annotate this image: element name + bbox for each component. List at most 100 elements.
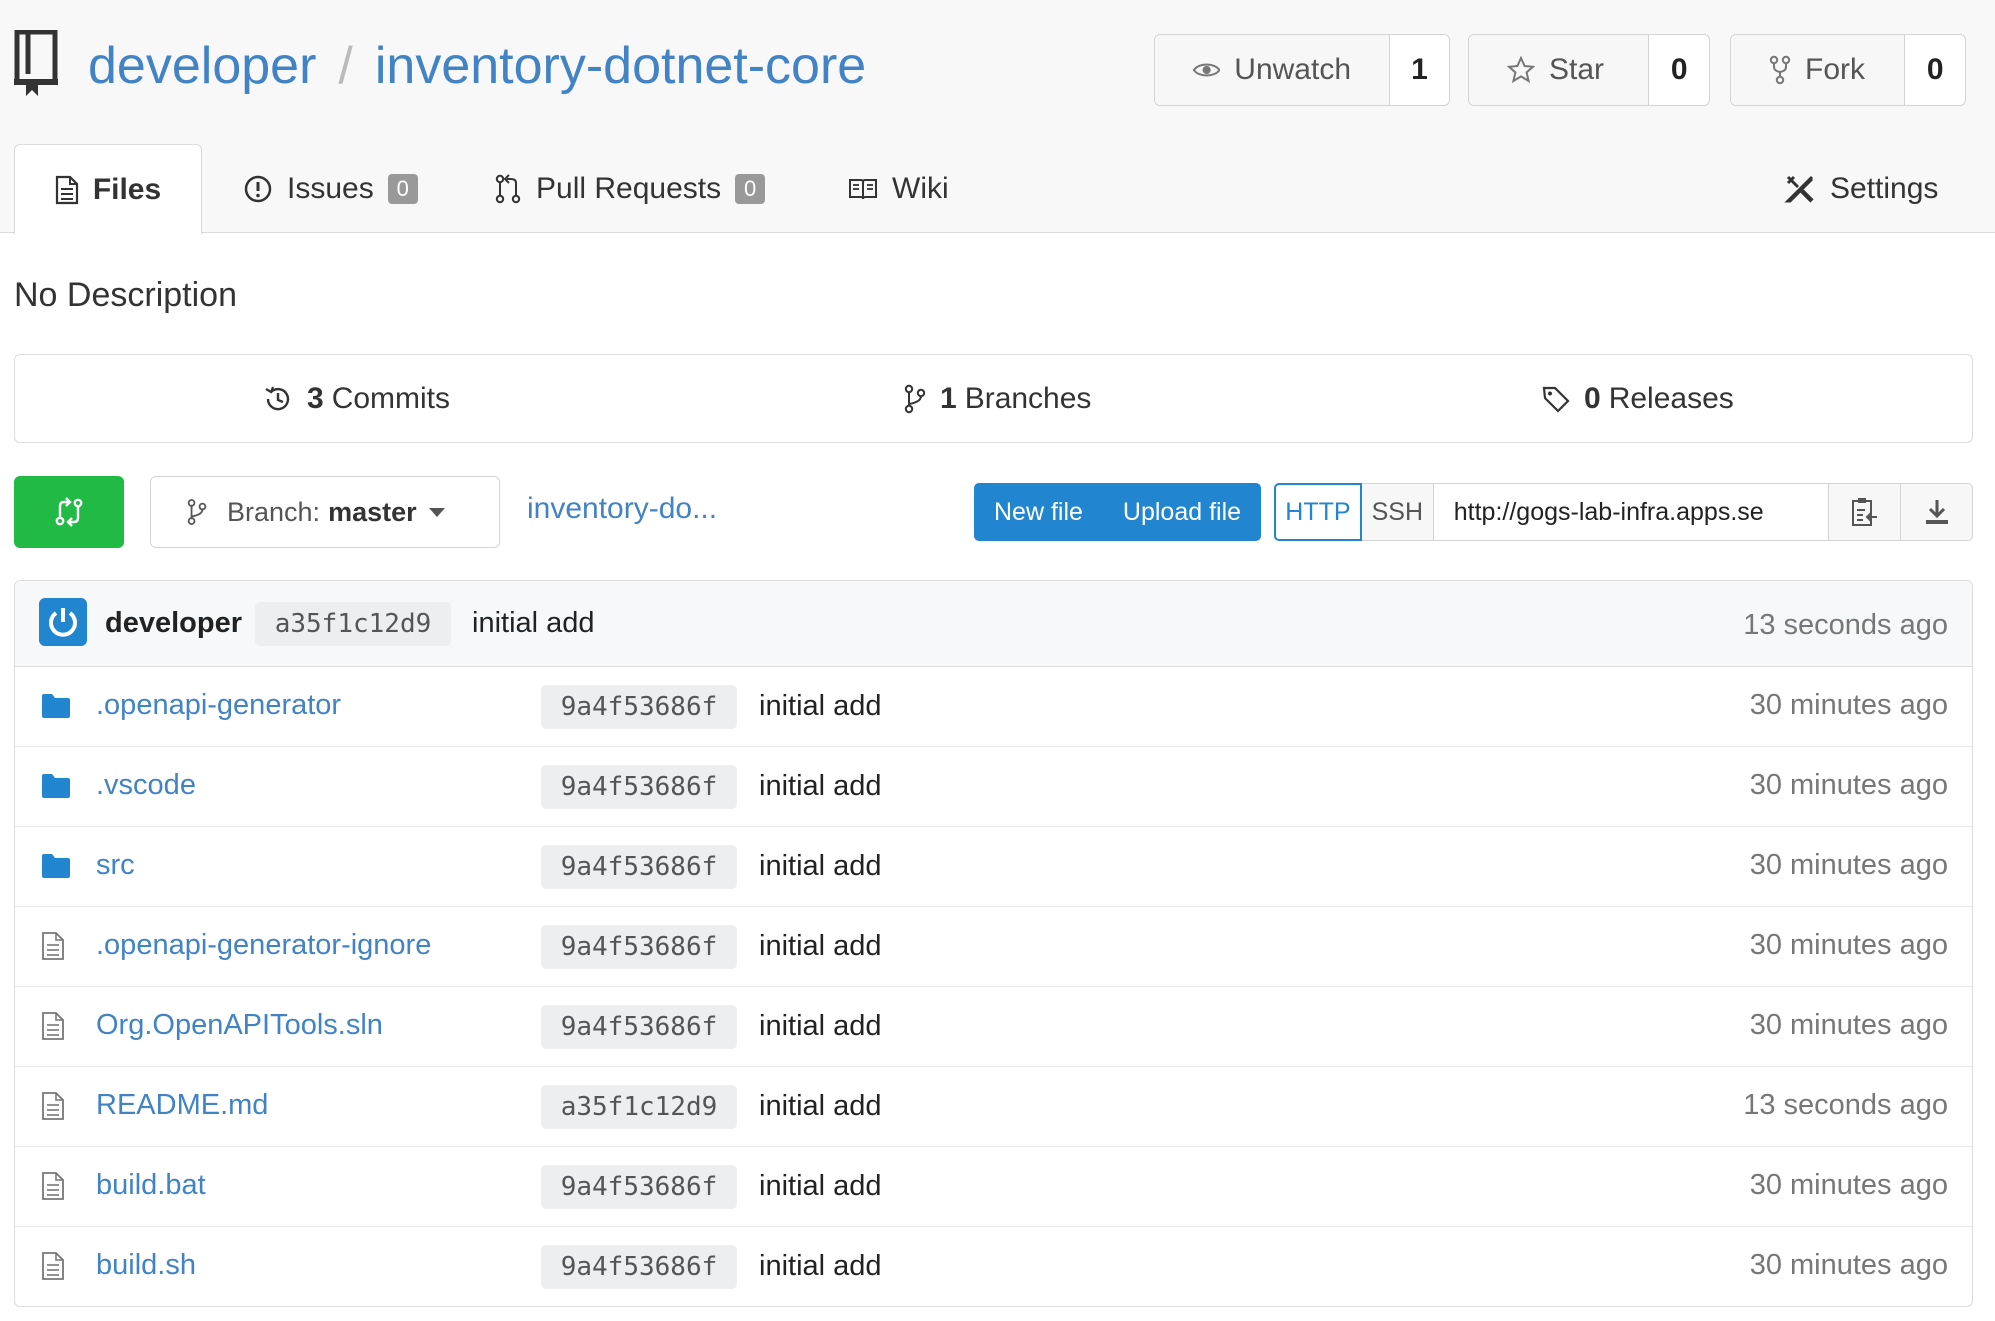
file-commit-sha-link[interactable]: 9a4f53686f xyxy=(541,1165,737,1209)
file-row: src 9a4f53686f initial add 30 minutes ago xyxy=(15,827,1972,907)
file-commit-message: initial add xyxy=(759,930,882,962)
file-commit-sha-link[interactable]: 9a4f53686f xyxy=(541,1005,737,1049)
file-row: Org.OpenAPITools.sln 9a4f53686f initial ad… xyxy=(15,987,1972,1067)
file-commit-sha-link[interactable]: 9a4f53686f xyxy=(541,845,737,889)
file-icon xyxy=(42,1012,64,1040)
commit-age: 13 seconds ago xyxy=(1743,609,1948,641)
tab-files-label: Files xyxy=(92,172,162,206)
tab-wiki[interactable]: Wiki xyxy=(848,145,949,233)
file-icon xyxy=(42,1092,64,1120)
file-commit-sha-link[interactable]: 9a4f53686f xyxy=(541,1245,737,1289)
file-row: README.md a35f1c12d9 initial add 13 seconds… xyxy=(15,1067,1972,1147)
file-name-link[interactable]: src xyxy=(96,849,135,882)
issues-count-badge: 0 xyxy=(387,174,418,204)
tools-icon xyxy=(1784,175,1814,203)
fork-label: Fork xyxy=(1805,53,1865,86)
unwatch-label: Unwatch xyxy=(1234,53,1351,86)
file-name-link[interactable]: README.md xyxy=(96,1089,268,1122)
file-commit-message: initial add xyxy=(759,850,882,882)
unwatch-button[interactable]: Unwatch xyxy=(1155,35,1390,105)
file-commit-age: 13 seconds ago xyxy=(1743,1089,1948,1121)
tab-issues-label: Issues xyxy=(287,172,374,205)
file-name-link[interactable]: Org.OpenAPITools.sln xyxy=(96,1009,383,1042)
watch-button-group: Unwatch 1 xyxy=(1154,34,1450,106)
branch-name: master xyxy=(328,496,417,527)
star-button[interactable]: Star xyxy=(1469,35,1650,105)
file-action-buttons: New file Upload file xyxy=(974,483,1262,541)
branch-icon xyxy=(904,384,926,413)
breadcrumb-repo-link[interactable]: inventory-do... xyxy=(527,492,717,526)
folder-icon xyxy=(42,774,70,798)
pulls-count-badge: 0 xyxy=(735,174,766,204)
file-icon xyxy=(42,1172,64,1200)
repo-description: No Description xyxy=(14,276,237,314)
file-commit-sha-link[interactable]: 9a4f53686f xyxy=(541,925,737,969)
file-row: .vscode 9a4f53686f initial add 30 minutes a… xyxy=(15,747,1972,827)
fork-button-group: Fork 0 xyxy=(1730,34,1966,106)
new-file-button[interactable]: New file xyxy=(974,483,1103,541)
commits-link[interactable]: 3 Commits xyxy=(263,355,450,442)
file-commit-age: 30 minutes ago xyxy=(1749,1009,1948,1041)
file-name-link[interactable]: build.sh xyxy=(96,1249,196,1282)
tab-files[interactable]: Files xyxy=(14,144,202,234)
file-row: build.sh 9a4f53686f initial add 30 minutes … xyxy=(15,1227,1972,1306)
copy-url-button[interactable] xyxy=(1829,483,1902,541)
folder-icon xyxy=(42,854,70,878)
file-commit-age: 30 minutes ago xyxy=(1749,849,1948,881)
tab-wiki-label: Wiki xyxy=(892,172,949,205)
ssh-protocol-button[interactable]: SSH xyxy=(1361,483,1434,541)
tab-pulls-label: Pull Requests xyxy=(536,172,722,205)
file-commit-sha-link[interactable]: 9a4f53686f xyxy=(541,685,737,729)
commit-sha-link[interactable]: a35f1c12d9 xyxy=(255,602,451,646)
compare-icon xyxy=(55,497,83,527)
file-row: .openapi-generator-ignore 9a4f53686f initi… xyxy=(15,907,1972,987)
commit-author-link[interactable]: developer xyxy=(105,607,242,640)
file-row: .openapi-generator 9a4f53686f initial add 3… xyxy=(15,667,1972,747)
star-label: Star xyxy=(1549,53,1605,86)
star-icon xyxy=(1507,56,1535,84)
file-name-link[interactable]: .openapi-generator xyxy=(96,689,341,722)
branch-prefix: Branch: xyxy=(227,496,321,527)
download-button[interactable] xyxy=(1901,483,1973,541)
repo-separator: / xyxy=(338,37,353,95)
releases-count: 0 xyxy=(1584,381,1601,415)
branch-icon xyxy=(187,499,207,525)
tab-issues[interactable]: Issues 0 xyxy=(243,145,418,233)
releases-link[interactable]: 0 Releases xyxy=(1542,355,1734,442)
tab-settings[interactable]: Settings xyxy=(1784,145,1938,233)
file-commit-age: 30 minutes ago xyxy=(1749,689,1948,721)
issue-icon xyxy=(244,175,272,203)
compare-button[interactable] xyxy=(14,476,124,548)
file-commit-message: initial add xyxy=(759,1250,882,1282)
watch-count[interactable]: 1 xyxy=(1390,35,1449,105)
branch-dropdown[interactable]: Branch: master xyxy=(150,476,500,548)
file-row: build.bat 9a4f53686f initial add 30 minutes… xyxy=(15,1147,1972,1227)
download-icon xyxy=(1925,500,1948,524)
clone-url-input[interactable]: http://gogs-lab-infra.apps.se xyxy=(1433,483,1830,541)
avatar[interactable] xyxy=(39,598,87,646)
file-commit-message: initial add xyxy=(759,1010,882,1042)
repo-owner-link[interactable]: developer xyxy=(88,37,316,95)
file-icon xyxy=(42,932,64,960)
file-commit-sha-link[interactable]: 9a4f53686f xyxy=(541,765,737,809)
file-name-link[interactable]: .openapi-generator-ignore xyxy=(96,929,431,962)
file-commit-message: initial add xyxy=(759,690,882,722)
repo-stats-bar: 3 Commits 1 Branches 0 Releases xyxy=(14,354,1973,443)
file-commit-sha-link[interactable]: a35f1c12d9 xyxy=(541,1085,737,1129)
upload-file-button[interactable]: Upload file xyxy=(1103,483,1261,541)
file-commit-age: 30 minutes ago xyxy=(1749,1169,1948,1201)
branches-link[interactable]: 1 Branches xyxy=(904,355,1091,442)
eye-icon xyxy=(1193,63,1221,77)
fork-count[interactable]: 0 xyxy=(1905,35,1965,105)
tab-pull-requests[interactable]: Pull Requests 0 xyxy=(494,145,766,233)
http-protocol-button[interactable]: HTTP xyxy=(1274,483,1362,541)
power-icon xyxy=(49,608,77,637)
pull-request-icon xyxy=(495,174,521,204)
latest-commit-row: developer a35f1c12d9 initial add 13 seco… xyxy=(15,581,1972,667)
fork-button[interactable]: Fork xyxy=(1731,35,1906,105)
repo-book-icon xyxy=(14,30,58,96)
repo-name-link[interactable]: inventory-dotnet-core xyxy=(375,37,866,95)
file-name-link[interactable]: build.bat xyxy=(96,1169,206,1202)
file-name-link[interactable]: .vscode xyxy=(96,769,196,802)
star-count[interactable]: 0 xyxy=(1649,35,1709,105)
